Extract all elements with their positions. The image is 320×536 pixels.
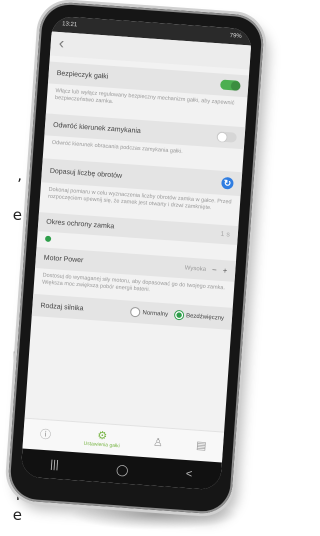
- plus-icon[interactable]: +: [222, 266, 227, 275]
- lock-period-value: 1 s: [220, 230, 231, 239]
- reverse-direction-toggle[interactable]: [216, 131, 237, 143]
- radio-icon: [130, 306, 141, 318]
- motor-type-options: Normalny Bezdźwięczny: [130, 306, 225, 324]
- settings-list: Bezpieczyk gałki Włącz lub wyłącz regulo…: [31, 61, 250, 330]
- minus-icon[interactable]: −: [212, 265, 217, 274]
- setting-label: Dopasuj liczbę obrotów: [49, 167, 123, 180]
- back-arrow-icon[interactable]: ‹: [58, 35, 65, 52]
- nav-user[interactable]: ♙: [153, 437, 164, 450]
- knob-lock-toggle[interactable]: [219, 79, 241, 91]
- refresh-icon[interactable]: ↻: [221, 176, 234, 190]
- setting-label: Odwróć kierunek zamykania: [52, 121, 142, 135]
- radio-option-silent[interactable]: Bezdźwięczny: [173, 309, 225, 323]
- motor-power-value: Wysoka: [184, 264, 207, 273]
- side-fragment: ,: [17, 166, 22, 184]
- side-fragment: e: [12, 206, 22, 224]
- battery-level: 79%: [229, 33, 242, 40]
- setting-label: Bezpieczyk gałki: [56, 69, 109, 81]
- info-icon: ⓘ: [39, 428, 52, 442]
- status-dot: [44, 235, 52, 243]
- motor-power-stepper[interactable]: Wysoka − +: [184, 263, 228, 275]
- clipboard-icon: ▤: [195, 439, 207, 453]
- setting-label: Motor Power: [43, 254, 84, 265]
- home-button[interactable]: ◯: [116, 463, 129, 477]
- user-icon: ♙: [152, 436, 164, 450]
- nav-clipboard[interactable]: ▤: [196, 440, 207, 453]
- side-fragment: e: [12, 506, 22, 524]
- phone-device: 13:21 79% ‹ Bezpieczyk gałki Włącz lub w…: [6, 0, 266, 516]
- recent-apps-button[interactable]: |||: [50, 459, 59, 472]
- nav-settings[interactable]: ⚙ Ustawienia gałki: [83, 429, 120, 450]
- setting-label: Okres ochrony zamka: [46, 218, 115, 231]
- status-time: 13:21: [61, 21, 78, 29]
- back-button[interactable]: <: [185, 468, 192, 480]
- setting-label: Rodzaj silnika: [40, 301, 84, 312]
- radio-checked-icon: [173, 309, 185, 321]
- radio-option-normal[interactable]: Normalny: [130, 306, 168, 320]
- nav-info[interactable]: ⓘ: [40, 429, 52, 442]
- phone-screen: 13:21 79% ‹ Bezpieczyk gałki Włącz lub w…: [20, 15, 253, 491]
